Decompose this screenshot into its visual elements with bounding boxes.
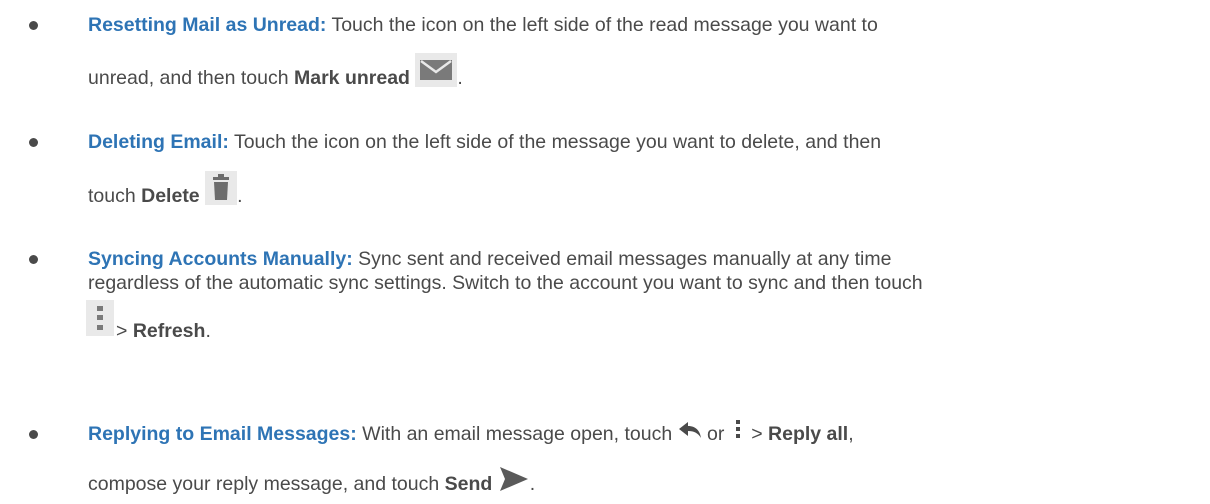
list-item-line: Resetting Mail as Unread: Touch the icon… bbox=[88, 13, 878, 37]
bullet-icon bbox=[29, 255, 38, 264]
command-label: Delete bbox=[141, 185, 200, 208]
body-text: Touch the icon on the left side of the m… bbox=[228, 131, 882, 153]
command-label: Mark unread bbox=[294, 67, 410, 90]
list-item-line: regardless of the automatic sync setting… bbox=[88, 271, 923, 295]
body-text: or bbox=[701, 423, 730, 445]
body-text: regardless of the automatic sync setting… bbox=[88, 272, 923, 294]
body-text: compose your reply message, and touch bbox=[88, 473, 445, 496]
body-text: Touch the icon on the left side of the r… bbox=[326, 14, 878, 36]
command-label: Reply all bbox=[768, 423, 849, 445]
term-label: Resetting Mail as Unread: bbox=[88, 14, 327, 36]
list-item-line: Deleting Email: Touch the icon on the le… bbox=[88, 130, 881, 154]
more-options-icon bbox=[730, 419, 746, 441]
body-text: With an email message open, touch bbox=[356, 423, 678, 445]
trash-icon bbox=[205, 171, 238, 205]
list-item-line: > Refresh. bbox=[116, 319, 211, 343]
document-page: Resetting Mail as Unread: Touch the icon… bbox=[0, 0, 1210, 504]
list-item-line: unread, and then touch Mark unread . bbox=[88, 53, 463, 96]
command-label: Refresh bbox=[132, 320, 206, 342]
bullet-icon bbox=[29, 138, 38, 147]
send-icon bbox=[498, 465, 530, 493]
bullet-icon bbox=[29, 430, 38, 439]
command-label: Send bbox=[444, 473, 493, 496]
body-text: . bbox=[457, 67, 463, 90]
mark-unread-envelope-icon bbox=[415, 53, 458, 87]
body-text: > bbox=[116, 320, 133, 342]
bullet-icon bbox=[29, 21, 38, 30]
body-text: . bbox=[529, 473, 536, 496]
list-item-line: Syncing Accounts Manually: Sync sent and… bbox=[88, 247, 891, 271]
more-options-icon bbox=[86, 300, 114, 336]
term-label: Syncing Accounts Manually: bbox=[88, 248, 353, 270]
list-item-line: touch Delete . bbox=[88, 171, 243, 214]
list-item-line: Replying to Email Messages: With an emai… bbox=[88, 419, 854, 446]
body-text: , bbox=[848, 423, 854, 445]
list-item-line: compose your reply message, and touch Se… bbox=[88, 467, 536, 499]
term-label: Replying to Email Messages: bbox=[88, 423, 357, 445]
body-text: . bbox=[237, 185, 243, 208]
body-text: > bbox=[745, 423, 769, 445]
term-label: Deleting Email: bbox=[88, 131, 229, 153]
body-text: touch bbox=[88, 185, 142, 208]
reply-icon bbox=[678, 420, 702, 440]
body-text: Sync sent and received email messages ma… bbox=[352, 248, 892, 270]
body-text: unread, and then touch bbox=[88, 67, 294, 90]
body-text: . bbox=[205, 320, 211, 342]
